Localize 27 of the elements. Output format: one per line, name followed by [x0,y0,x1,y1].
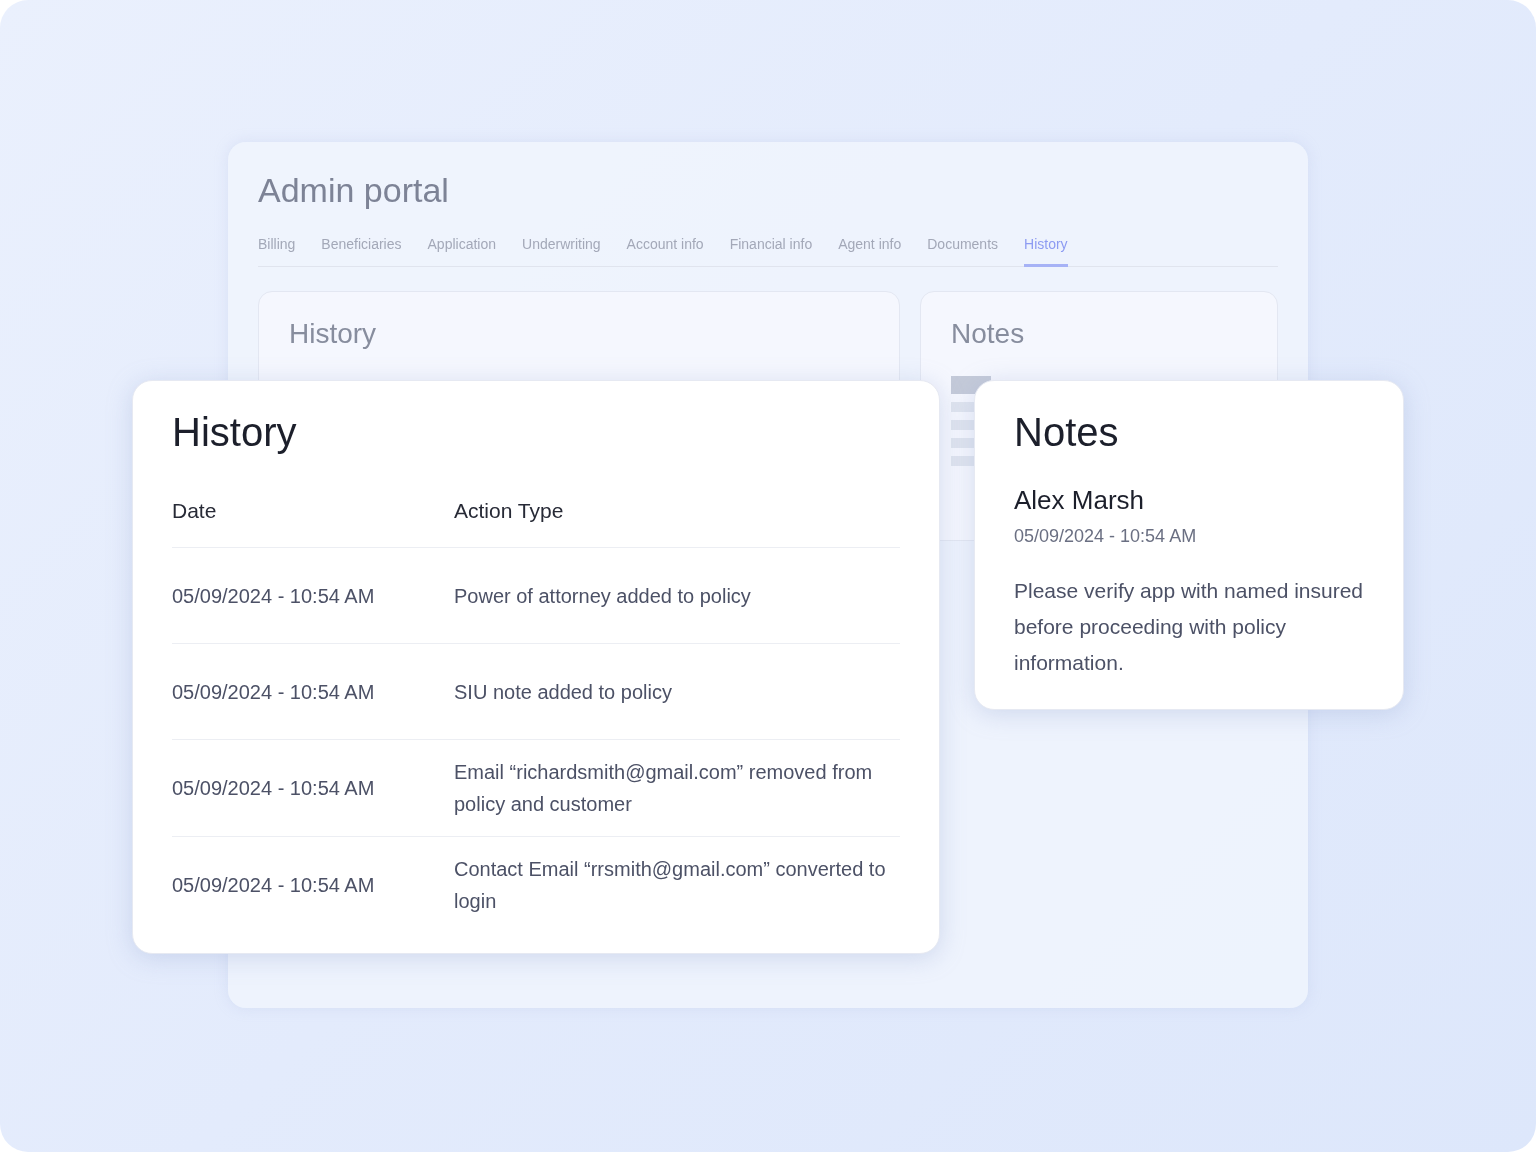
tab[interactable]: Documents [927,232,999,267]
panel-title: History [289,318,378,350]
date-cell-text: 05/09/2024 - 10:54 AM [172,679,376,705]
tab[interactable]: Financial info [729,232,813,267]
tab[interactable]: Underwriting [522,232,601,267]
panel-title: Notes [951,318,1026,350]
date-cell-text: 05/09/2024 - 10:54 AM [172,873,376,898]
card-title: Notes [1014,409,1120,455]
card-title: History [172,409,298,455]
tab[interactable]: Account info [626,232,704,267]
tab[interactable]: Beneficiaries [321,232,402,267]
column-header: Action Type [454,499,565,523]
note-author: Alex Marsh [1014,485,1146,516]
date-cell-text: 05/09/2024 - 10:54 AM [172,776,376,801]
tab[interactable]: Billing [258,232,296,267]
tab[interactable]: Application [427,232,496,267]
tab[interactable]: Agent info [838,232,902,267]
action-cell-text: Power of attorney added to policy [454,583,752,609]
note-timestamp: 05/09/2024 - 10:54 AM [1014,526,1198,547]
action-cell-text: SIU note added to policy [454,679,673,705]
action-cell-text: Contact Email “rrsmith@gmail.com” converted to login [454,857,887,914]
portal-title: Admin portal [258,170,450,210]
note-text: Please verify app with named insured before proceeding with policy information. [1014,578,1364,676]
date-cell-text: 05/09/2024 - 10:54 AM [172,583,376,609]
tab[interactable]: History [1024,232,1068,267]
column-header: Date [172,499,218,523]
action-cell-text: Email “richardsmith@gmail.com” removed from policy and customer [454,760,874,817]
